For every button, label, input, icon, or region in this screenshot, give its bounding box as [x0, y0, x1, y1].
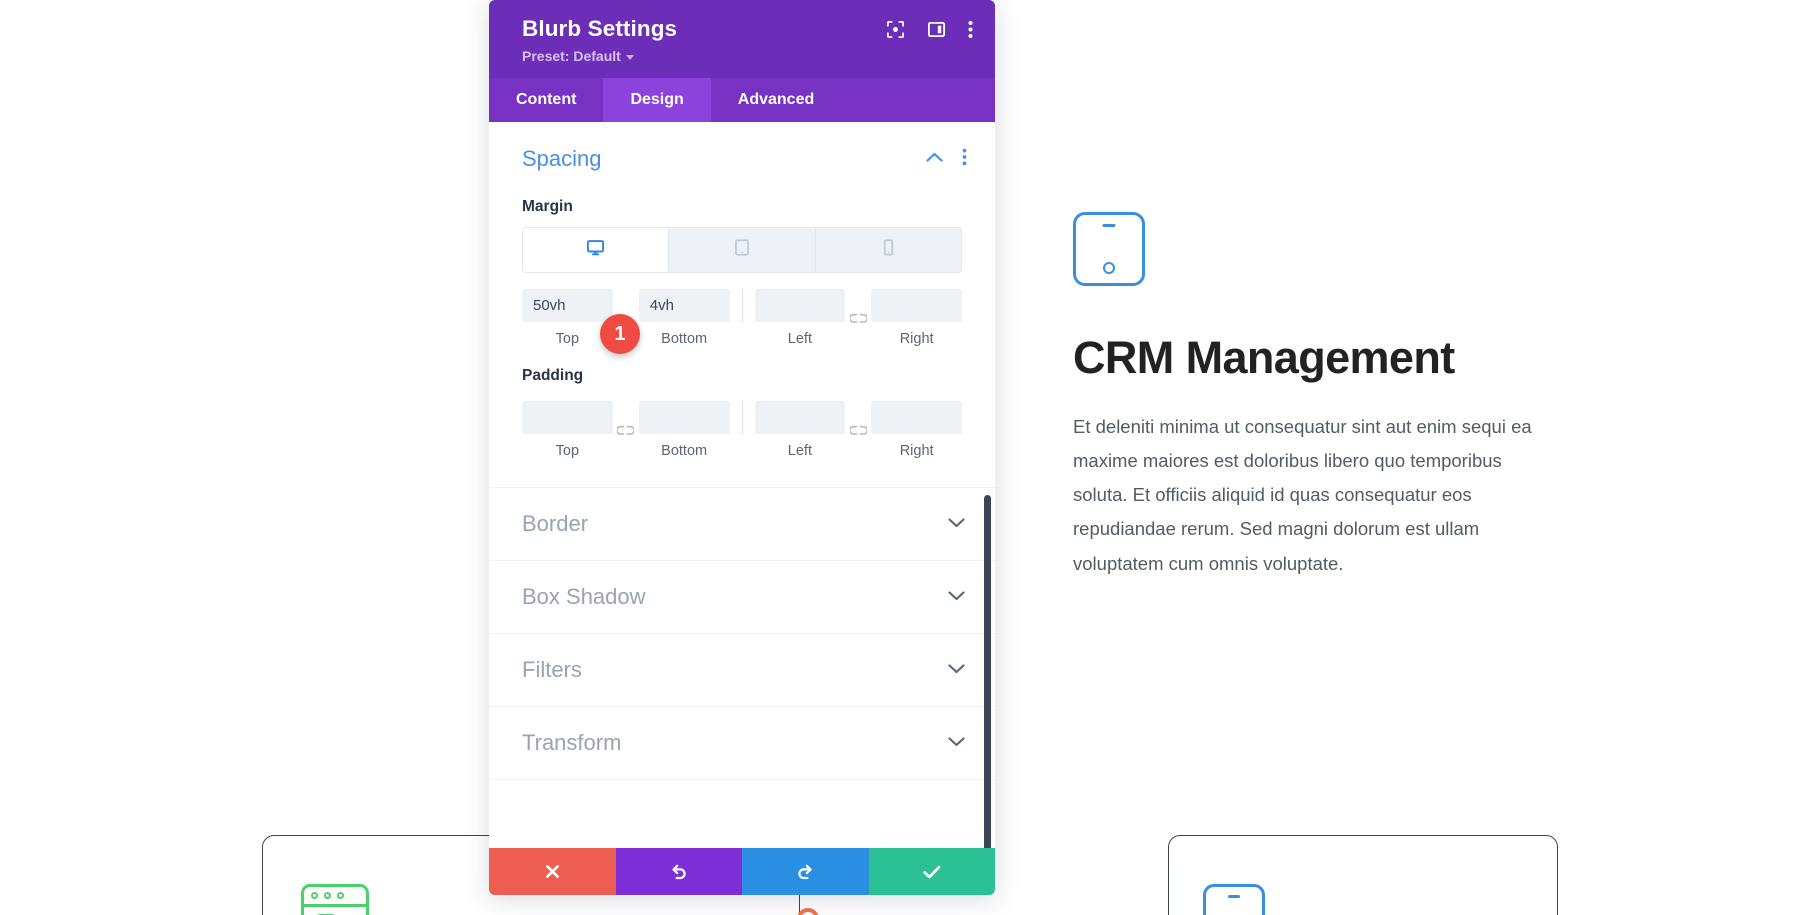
more-options-icon[interactable] — [962, 148, 967, 171]
margin-field-group: Margin — [489, 198, 995, 347]
margin-left-caption: Left — [788, 331, 812, 347]
margin-right-input[interactable] — [871, 289, 962, 322]
modal-body: Spacing — [489, 122, 995, 848]
section-next — [489, 779, 995, 848]
padding-left-right-link-icon[interactable] — [845, 414, 871, 447]
blurb-settings-modal: Blurb Settings Preset: Default — [489, 0, 995, 895]
padding-right-input[interactable] — [871, 401, 962, 434]
collapsed-sections: Border Box Shadow — [489, 487, 995, 848]
redo-button[interactable] — [742, 848, 869, 895]
divider — [742, 289, 743, 323]
preset-label: Preset: Default — [522, 48, 621, 64]
modal-header: Blurb Settings Preset: Default — [489, 0, 995, 78]
margin-left-right-link-icon[interactable] — [845, 302, 871, 335]
undo-icon — [669, 862, 689, 882]
section-transform[interactable]: Transform — [489, 706, 995, 779]
tab-advanced[interactable]: Advanced — [711, 78, 841, 122]
save-button[interactable] — [869, 848, 996, 895]
tablet-icon — [733, 238, 751, 262]
browser-window-icon — [301, 884, 369, 915]
margin-top-input[interactable] — [522, 289, 613, 322]
more-options-icon[interactable] — [968, 20, 973, 39]
section-border[interactable]: Border — [489, 487, 995, 560]
mobile-outline-icon — [1203, 884, 1265, 915]
modal-tab-bar: Content Design Advanced — [489, 78, 995, 122]
slider-control-icon — [770, 905, 844, 915]
padding-left-caption: Left — [788, 443, 812, 459]
step-annotation-badge: 1 — [600, 314, 640, 354]
screen-root: CRM Management Et deleniti minima ut con… — [0, 0, 1800, 915]
margin-bottom-caption: Bottom — [661, 331, 707, 347]
chevron-down-icon — [948, 588, 965, 606]
device-tab-mobile[interactable] — [816, 228, 961, 272]
mobile-icon — [882, 238, 895, 262]
padding-top-bottom-link-icon[interactable] — [613, 414, 639, 447]
margin-top-caption: Top — [556, 331, 579, 347]
panel-scrollbar-thumb[interactable] — [984, 495, 991, 848]
mobile-outline-icon — [1073, 212, 1145, 286]
chevron-up-icon[interactable] — [926, 150, 943, 168]
layout-toggle-icon[interactable] — [927, 20, 946, 39]
padding-top-caption: Top — [556, 443, 579, 459]
redo-icon — [795, 862, 815, 882]
padding-inputs-row: Top Bottom — [522, 401, 962, 459]
padding-field-group: Padding Top — [489, 367, 995, 459]
tab-content[interactable]: Content — [489, 78, 603, 122]
desktop-icon — [586, 238, 605, 262]
chevron-down-icon — [948, 734, 965, 752]
padding-bottom-caption: Bottom — [661, 443, 707, 459]
preset-selector[interactable]: Preset: Default — [522, 48, 973, 64]
divider — [742, 401, 743, 435]
spacing-section-title: Spacing — [522, 146, 602, 172]
close-x-icon — [544, 863, 561, 880]
device-tab-desktop[interactable] — [523, 228, 669, 272]
device-tab-tablet[interactable] — [669, 228, 815, 272]
margin-label: Margin — [522, 198, 962, 216]
padding-label: Padding — [522, 367, 962, 385]
modal-footer — [489, 848, 995, 895]
chevron-down-icon — [626, 55, 634, 60]
spacing-section: Spacing — [489, 122, 995, 469]
blurb-module: CRM Management Et deleniti minima ut con… — [1073, 212, 1593, 581]
cancel-button[interactable] — [489, 848, 616, 895]
fullscreen-icon[interactable] — [886, 20, 905, 39]
undo-button[interactable] — [616, 848, 743, 895]
padding-bottom-input[interactable] — [639, 401, 730, 434]
chevron-down-icon — [948, 661, 965, 679]
padding-left-input[interactable] — [755, 401, 846, 434]
blurb-card-right[interactable] — [1168, 835, 1558, 915]
margin-device-tabs — [522, 227, 962, 273]
spacing-section-header[interactable]: Spacing — [489, 122, 995, 178]
modal-header-actions — [886, 20, 973, 39]
checkmark-icon — [922, 864, 942, 880]
margin-right-caption: Right — [900, 331, 934, 347]
section-filters[interactable]: Filters — [489, 633, 995, 706]
blurb-title: CRM Management — [1073, 332, 1593, 384]
chevron-down-icon — [948, 515, 965, 533]
blurb-body-text: Et deleniti minima ut consequatur sint a… — [1073, 410, 1551, 581]
margin-inputs-row: Top Bottom Left — [522, 289, 962, 347]
padding-right-caption: Right — [900, 443, 934, 459]
tab-design[interactable]: Design — [603, 78, 710, 122]
section-box-shadow[interactable]: Box Shadow — [489, 560, 995, 633]
padding-top-input[interactable] — [522, 401, 613, 434]
margin-bottom-input[interactable] — [639, 289, 730, 322]
margin-left-input[interactable] — [755, 289, 846, 322]
